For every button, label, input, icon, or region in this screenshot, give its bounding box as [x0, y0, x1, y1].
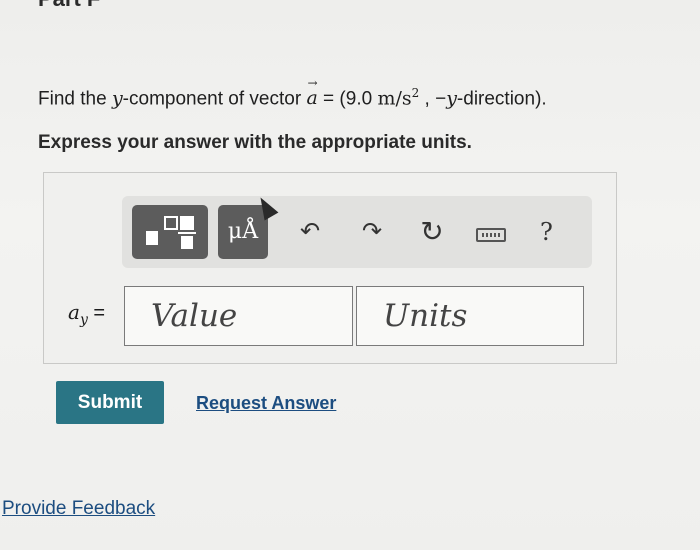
- question-prefix: Find the: [38, 88, 112, 110]
- undo-icon[interactable]: ↶: [292, 214, 328, 250]
- templates-button[interactable]: [132, 205, 208, 259]
- reset-icon[interactable]: ↻: [414, 214, 450, 250]
- keyboard-icon[interactable]: [476, 228, 506, 242]
- question-text: Find the y-component of vector a = (9.0 …: [38, 76, 547, 110]
- part-title: Part F: [38, 0, 100, 12]
- provide-feedback-link[interactable]: Provide Feedback: [2, 498, 155, 520]
- question-suffix: -direction).: [456, 88, 547, 110]
- question-unit: m/s: [377, 87, 412, 110]
- question-middle: -component of vector: [122, 88, 307, 110]
- question-y-variable: y: [111, 87, 123, 110]
- answer-equals: =: [87, 302, 106, 324]
- submit-button[interactable]: Submit: [56, 381, 164, 424]
- answer-variable-label: ay =: [68, 300, 105, 328]
- question-equals: = (9.0: [317, 88, 378, 110]
- answer-instructions: Express your answer with the appropriate…: [38, 132, 472, 153]
- question-y-variable-2: y: [446, 87, 457, 110]
- help-icon[interactable]: ?: [540, 218, 553, 246]
- answer-variable-symbol: a: [68, 300, 80, 324]
- answer-variable-subscript: y: [79, 312, 88, 328]
- vector-a-symbol: a: [306, 76, 317, 109]
- question-separator: , −: [419, 88, 447, 110]
- redo-icon[interactable]: ↷: [354, 214, 390, 250]
- math-toolbar: μÅ ↶ ↷ ↻ ?: [122, 196, 592, 268]
- units-input[interactable]: Units: [356, 286, 584, 346]
- request-answer-link[interactable]: Request Answer: [196, 393, 336, 414]
- value-input[interactable]: Value: [124, 286, 353, 346]
